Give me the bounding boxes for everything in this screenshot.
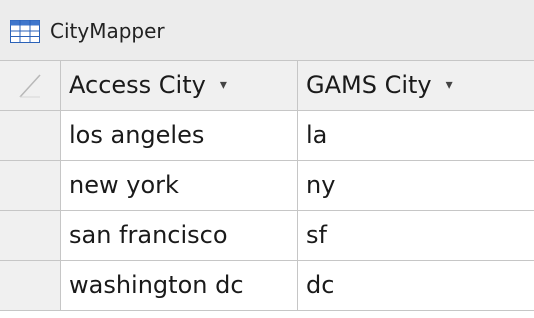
column-header-label: GAMS City: [306, 71, 432, 99]
cell-gams-city[interactable]: sf: [298, 211, 534, 261]
cell-access-city[interactable]: washington dc: [61, 261, 298, 311]
record-selector[interactable]: [0, 261, 61, 311]
table-row: washington dc dc: [0, 261, 534, 311]
cell-gams-city[interactable]: la: [298, 111, 534, 161]
tab-title: CityMapper: [50, 19, 165, 43]
record-selector[interactable]: [0, 211, 61, 261]
cell-access-city[interactable]: new york: [61, 161, 298, 211]
table-row: new york ny: [0, 161, 534, 211]
cell-access-city[interactable]: san francisco: [61, 211, 298, 261]
column-header-access-city[interactable]: Access City ▾: [61, 61, 298, 111]
object-tab[interactable]: CityMapper: [0, 0, 534, 61]
cell-gams-city[interactable]: dc: [298, 261, 534, 311]
cell-gams-city[interactable]: ny: [298, 161, 534, 211]
dropdown-arrow-icon[interactable]: ▾: [446, 61, 453, 109]
table-icon: [10, 20, 40, 43]
datasheet-grid: Access City ▾ GAMS City ▾ los angeles la n…: [0, 61, 534, 318]
dropdown-arrow-icon[interactable]: ▾: [220, 61, 227, 109]
table-row: san francisco sf: [0, 211, 534, 261]
column-header-gams-city[interactable]: GAMS City ▾: [298, 61, 534, 111]
select-all-corner[interactable]: [0, 61, 61, 111]
record-selector[interactable]: [0, 161, 61, 211]
column-header-label: Access City: [69, 71, 206, 99]
datasheet-window: CityMapper Access City ▾ GAMS City ▾ los a…: [0, 0, 534, 318]
header-row: Access City ▾ GAMS City ▾: [0, 61, 534, 111]
table-row: los angeles la: [0, 111, 534, 161]
cell-access-city[interactable]: los angeles: [61, 111, 298, 161]
select-all-icon: [19, 74, 41, 98]
record-selector[interactable]: [0, 111, 61, 161]
